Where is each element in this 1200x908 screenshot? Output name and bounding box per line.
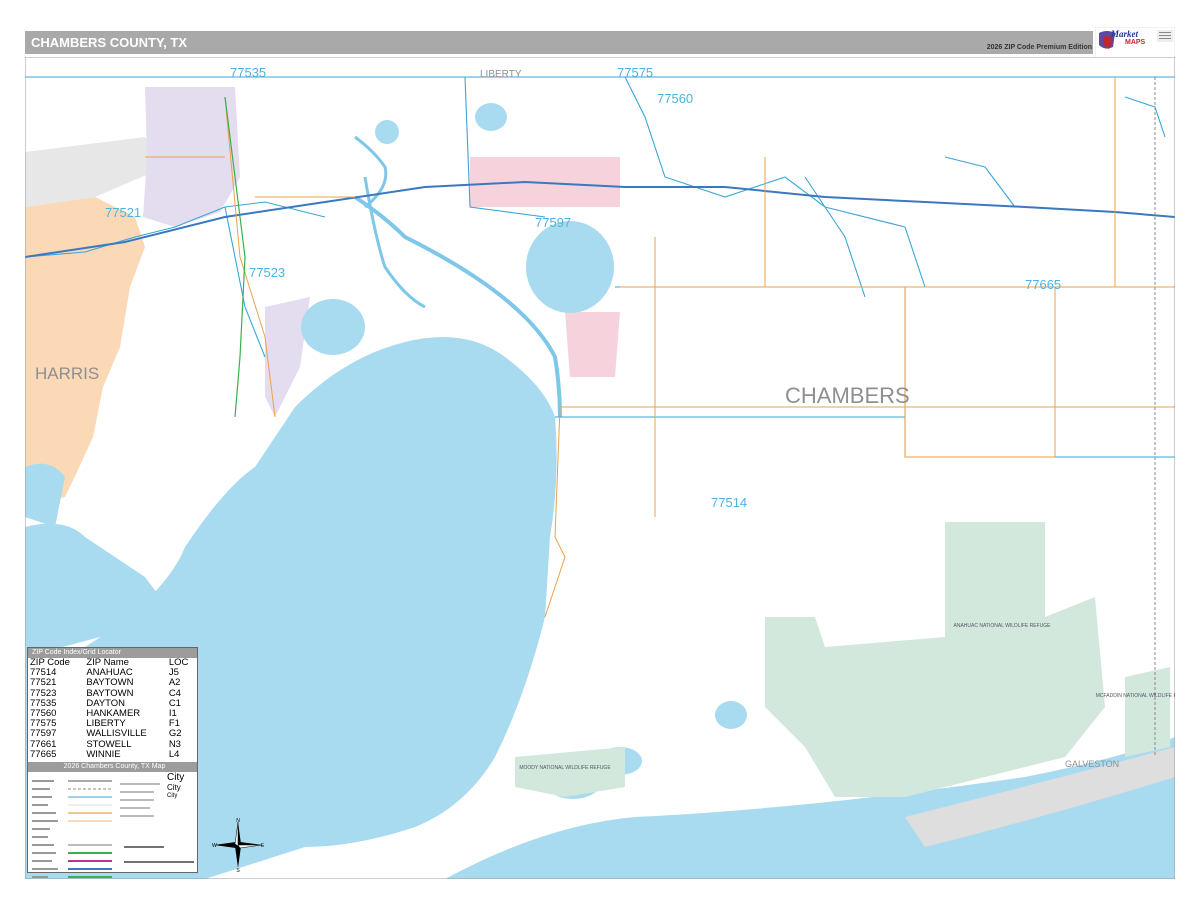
zip-label: 77665 [1025,277,1061,292]
zip-index-table: ZIP Code ZIP Name LOC 77514 ANAHUAC J5 7752… [28,657,197,760]
refuge-label: ANAHUAC NATIONAL WILDLIFE REFUGE [954,623,1052,629]
market-maps-logo: Market MAPS [1094,26,1176,60]
legend-city-large: City [167,772,185,784]
compass-n: N [236,818,240,824]
anahuac-city-area [565,312,620,377]
zip-index-row: 77665 WINNIE L4 [28,748,197,760]
zip-index-cell-name: WINNIE [86,748,121,760]
refuge-label: MCFADDIN NATIONAL WILDLIFE REFUGE [1096,693,1175,699]
logo-text-market: Market [1111,29,1138,39]
zip-index-body: 77514 ANAHUAC J5 77521 BAYTOWN A2 77523 BAYTOWN… [28,667,197,760]
edition-label: 2026 ZIP Code Premium Edition [986,44,1092,51]
refuge-label: MOODY NATIONAL WILDLIFE REFUGE [519,765,611,771]
neighbor-county-label: HARRIS [35,364,99,383]
legend-panel: ZIP Code Index/Grid Locator ZIP Code ZIP… [27,647,198,879]
neighbor-county-label: LIBERTY [480,69,522,80]
compass-s: S [236,868,240,872]
compass-rose: N S W E [212,818,265,872]
page-title: CHAMBERS COUNTY, TX [31,35,188,50]
lake-charlotte [475,103,507,131]
zip-label: 77521 [105,205,141,220]
zip-label: 77575 [617,65,653,80]
legend-city-medium: City [167,783,181,793]
zip-label: 77535 [230,65,266,80]
zip-index-cell-zip: 77665 [30,748,57,760]
legend-city-small: City [167,793,178,800]
map-legend: City City City [28,772,197,882]
county-label: CHAMBERS [785,383,910,408]
zip-label: 77560 [657,91,693,106]
map-legend-title: 2026 Chambers County, TX Map [28,762,197,773]
zip-index-cell-loc: L4 [168,748,180,760]
lake-north [375,120,399,144]
zip-label: 77514 [711,495,747,510]
compass-e: E [261,843,265,849]
lake-south-1 [715,701,747,729]
compass-w: W [212,843,217,849]
logo-text-maps: MAPS [1125,39,1146,46]
zip-label: 77523 [249,265,285,280]
neighbor-county-label: GALVESTON [1065,759,1119,769]
lake-west [301,299,365,355]
map-poster: CHAMBERS COUNTY, TX 2026 ZIP Code Premiu… [0,0,1200,908]
mcfaddin-wildlife-refuge [1125,667,1170,757]
lake-anahuac [526,221,614,313]
zip-label: 77597 [535,215,571,230]
